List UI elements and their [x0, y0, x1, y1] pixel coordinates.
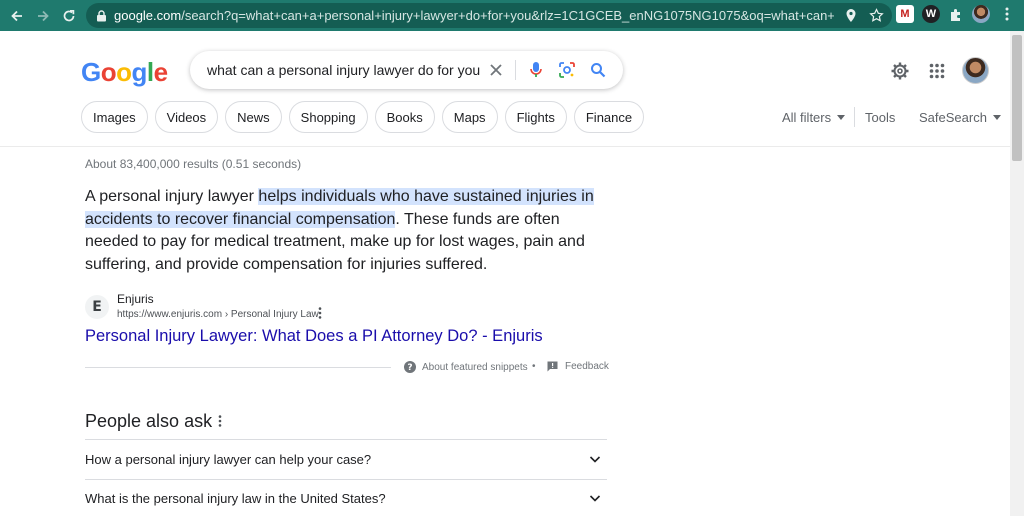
- featured-snippet-text: A personal injury lawyer helps individua…: [85, 186, 610, 276]
- extension-w-icon[interactable]: W: [922, 5, 940, 23]
- site-info-icon[interactable]: [94, 9, 108, 23]
- logo-letter: o: [116, 57, 132, 87]
- paa-divider: [85, 479, 607, 480]
- profile-avatar-small[interactable]: [972, 5, 990, 23]
- chevron-down-icon[interactable]: [588, 452, 602, 466]
- header-divider: [0, 146, 1010, 147]
- scrollbar-thumb[interactable]: [1012, 35, 1022, 161]
- location-pin-icon[interactable]: [845, 8, 857, 24]
- svg-text:?: ?: [407, 363, 412, 373]
- extensions-puzzle-icon[interactable]: [947, 5, 965, 23]
- people-also-ask-heading: People also ask: [85, 411, 213, 431]
- lens-search-button[interactable]: [557, 60, 577, 80]
- url-text: google.com/search?q=what+can+a+personal+…: [114, 8, 834, 23]
- search-input[interactable]: what can a personal injury lawyer do for…: [207, 62, 480, 78]
- google-logo[interactable]: Google: [81, 57, 168, 88]
- settings-button[interactable]: [889, 60, 911, 82]
- chip-shopping[interactable]: Shopping: [288, 101, 368, 133]
- paa-question[interactable]: What is the personal injury law in the U…: [85, 491, 386, 506]
- chip-maps[interactable]: Maps: [441, 101, 498, 133]
- url-host: google.com: [114, 8, 182, 23]
- chip-books[interactable]: Books: [374, 101, 435, 133]
- close-icon: [490, 64, 502, 76]
- search-filter-chips: Images Videos News Shopping Books Maps F…: [81, 101, 645, 133]
- feedback-link[interactable]: Feedback: [547, 361, 609, 372]
- all-filters-button[interactable]: All filters: [782, 110, 846, 125]
- logo-letter: g: [131, 57, 148, 87]
- search-box[interactable]: what can a personal injury lawyer do for…: [190, 51, 623, 89]
- voice-search-button[interactable]: [526, 60, 546, 80]
- logo-letter: l: [146, 57, 154, 87]
- tools-button[interactable]: Tools: [865, 110, 895, 125]
- logo-letter: e: [153, 57, 168, 87]
- address-bar[interactable]: google.com/search?q=what+can+a+personal+…: [86, 3, 892, 28]
- feedback-label: Feedback: [565, 361, 609, 372]
- browser-toolbar: google.com/search?q=what+can+a+personal+…: [0, 0, 1024, 31]
- gear-icon: [891, 62, 909, 80]
- caret-down-icon: [992, 115, 1001, 120]
- safesearch-button[interactable]: SafeSearch: [919, 110, 1001, 125]
- all-filters-label: All filters: [782, 110, 832, 125]
- logo-letter: o: [100, 57, 117, 87]
- reload-button[interactable]: [56, 3, 82, 29]
- paa-options-button[interactable]: [218, 414, 222, 430]
- about-snippets-link[interactable]: ? About featured snippets: [404, 361, 528, 373]
- url-path: /search?q=what+can+a+personal+injury+law…: [181, 8, 834, 23]
- safesearch-label: SafeSearch: [919, 110, 987, 125]
- tools-divider: [854, 107, 855, 127]
- snippet-text-start: A personal injury lawyer: [85, 188, 259, 205]
- paa-question[interactable]: How a personal injury lawyer can help yo…: [85, 452, 371, 467]
- reload-icon: [63, 9, 75, 22]
- account-avatar[interactable]: [962, 57, 989, 84]
- camera-lens-icon: [559, 62, 575, 78]
- search-button[interactable]: [588, 60, 608, 80]
- logo-letter: G: [81, 57, 101, 87]
- source-url[interactable]: https://www.enjuris.com › Personal Injur…: [117, 309, 319, 320]
- result-title-link[interactable]: Personal Injury Lawyer: What Does a PI A…: [85, 327, 543, 346]
- help-circle-icon: ?: [404, 361, 416, 373]
- gmail-extension-icon[interactable]: M: [896, 5, 914, 23]
- source-favicon: E: [85, 295, 109, 319]
- bookmark-star-icon[interactable]: [869, 8, 884, 23]
- chip-finance[interactable]: Finance: [573, 101, 645, 133]
- search-icon: [591, 63, 606, 78]
- result-stats: About 83,400,000 results (0.51 seconds): [85, 157, 302, 171]
- result-options-button[interactable]: [318, 307, 322, 322]
- search-divider: [515, 60, 516, 80]
- apps-grid-icon: [929, 63, 945, 79]
- arrow-right-icon: [38, 10, 49, 22]
- chip-flights[interactable]: Flights: [504, 101, 567, 133]
- snippet-separator: •: [532, 361, 536, 372]
- chevron-down-icon[interactable]: [588, 491, 602, 505]
- source-name[interactable]: Enjuris: [117, 292, 154, 306]
- snippet-divider: [85, 367, 391, 368]
- arrow-left-icon: [11, 10, 22, 22]
- back-button[interactable]: [4, 3, 30, 29]
- more-vert-icon: [318, 307, 322, 319]
- google-apps-button[interactable]: [926, 60, 948, 82]
- chip-images[interactable]: Images: [81, 101, 148, 133]
- caret-down-icon: [837, 115, 846, 120]
- clear-search-button[interactable]: [486, 60, 506, 80]
- browser-menu-icon[interactable]: [998, 5, 1016, 23]
- chip-news[interactable]: News: [225, 101, 282, 133]
- forward-button[interactable]: [30, 3, 56, 29]
- paa-divider: [85, 439, 607, 440]
- feedback-icon: [547, 361, 558, 372]
- chip-videos[interactable]: Videos: [154, 101, 219, 133]
- more-vert-icon: [218, 415, 222, 427]
- microphone-icon: [530, 62, 542, 77]
- about-snippets-label: About featured snippets: [422, 361, 528, 373]
